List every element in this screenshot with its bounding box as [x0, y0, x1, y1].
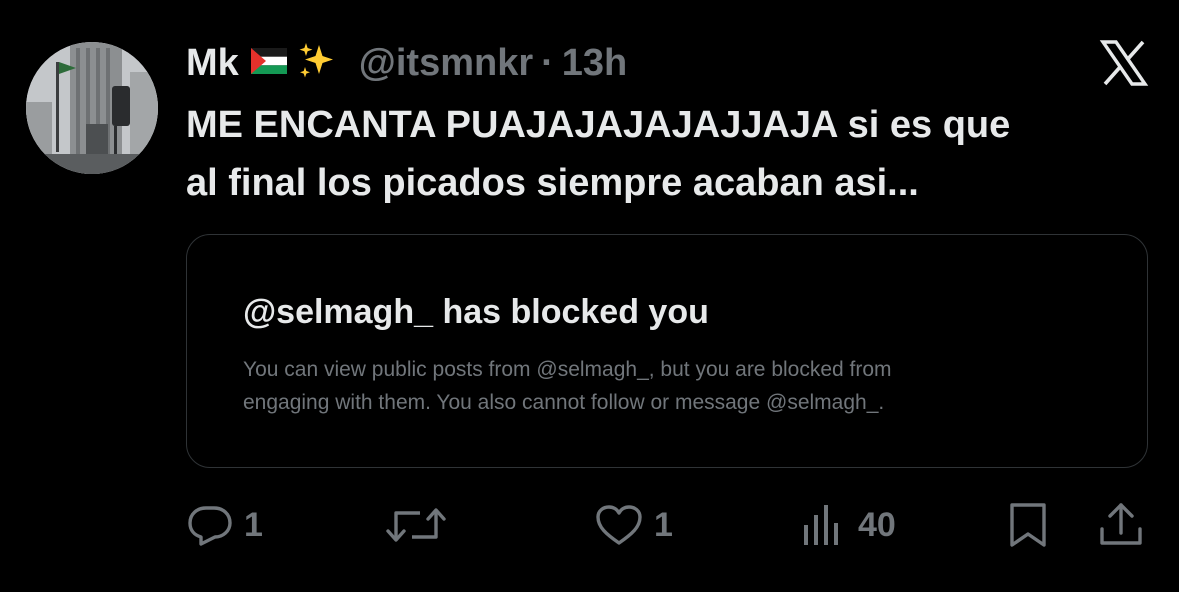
tweet-text-line: ME ENCANTA PUAJAJAJAJAJJAJA si es que — [186, 104, 1011, 146]
views-icon — [804, 505, 838, 545]
repost-icon — [386, 508, 446, 542]
blocked-card-body-line: engaging with them. You also cannot foll… — [243, 391, 885, 414]
tweet-text: ME ENCANTA PUAJAJAJAJAJJAJA si es que al… — [186, 96, 1146, 212]
share-button[interactable] — [1098, 495, 1144, 555]
display-name[interactable]: Mk — [186, 42, 239, 85]
reply-icon — [188, 506, 232, 546]
repost-button[interactable] — [386, 495, 456, 555]
share-icon — [1100, 503, 1142, 545]
palestine-flag-icon — [250, 47, 287, 79]
bookmark-icon — [1010, 503, 1046, 547]
tweet-action-bar: 1 1 40 — [0, 495, 1179, 555]
sparkles-icon — [297, 41, 337, 86]
views-count: 40 — [858, 505, 896, 544]
avatar[interactable] — [26, 42, 158, 174]
blocked-card-body-line: You can view public posts from @selmagh_… — [243, 358, 892, 381]
x-logo-icon — [1099, 38, 1149, 88]
tweet-text-line: al final los picados siempre acaban asi.… — [186, 162, 919, 204]
avatar-image — [26, 42, 158, 174]
tweet-header: Mk @itsmnkr · 13h — [186, 40, 627, 86]
tweet-timestamp[interactable]: 13h — [562, 42, 627, 85]
blocked-card-body: You can view public posts from @selmagh_… — [243, 353, 1063, 419]
reply-button[interactable]: 1 — [186, 495, 263, 555]
heart-icon — [596, 505, 642, 545]
blocked-card-title: @selmagh_ has blocked you — [243, 293, 709, 331]
user-handle[interactable]: @itsmnkr — [359, 42, 533, 85]
views-button[interactable]: 40 — [800, 495, 896, 555]
like-count: 1 — [654, 505, 673, 544]
bookmark-button[interactable] — [1006, 495, 1050, 555]
blocked-quote-card[interactable]: @selmagh_ has blocked you You can view p… — [186, 234, 1148, 468]
header-separator: · — [541, 41, 554, 84]
reply-count: 1 — [244, 505, 263, 544]
like-button[interactable]: 1 — [594, 495, 673, 555]
